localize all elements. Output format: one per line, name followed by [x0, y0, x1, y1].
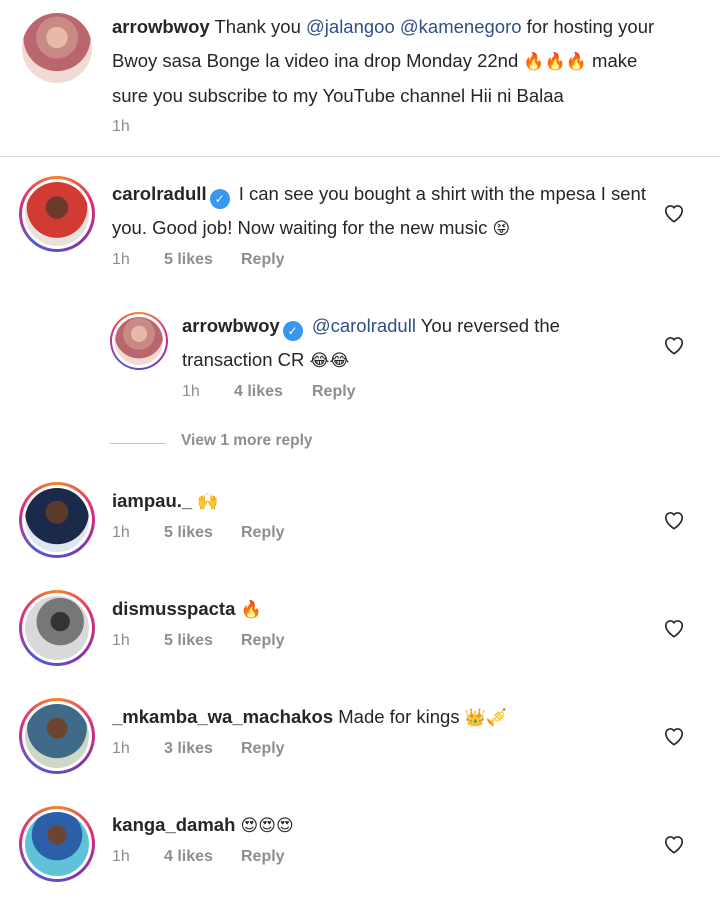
comment-text: dismusspacta 🔥	[112, 592, 262, 627]
emoji: 🔥	[240, 600, 262, 620]
reply-button[interactable]: Reply	[241, 251, 285, 269]
emoji: 😂😂	[309, 351, 350, 371]
mention-link[interactable]: @carolradull	[312, 315, 416, 336]
comment-username[interactable]: kanga_damah	[112, 814, 235, 835]
caption-username[interactable]: arrowbwoy	[112, 16, 210, 37]
emoji: 😍😍😍	[240, 816, 294, 836]
likes-count[interactable]: 5 likes	[164, 524, 213, 542]
comment-time: 1h	[112, 118, 130, 135]
comment-time: 1h	[112, 632, 130, 649]
comment-time: 1h	[112, 848, 130, 865]
avatar-image	[25, 488, 89, 552]
comment-text: kanga_damah 😍😍😍	[112, 808, 294, 843]
mention-link[interactable]: @kamenegoro	[400, 16, 522, 37]
comment-time: 1h	[112, 740, 130, 757]
comment-username[interactable]: arrowbwoy	[182, 315, 280, 336]
reply-button[interactable]: Reply	[241, 848, 285, 866]
avatar[interactable]	[19, 590, 95, 666]
heart-outline-icon[interactable]	[663, 510, 685, 530]
caption-segment: for hosting your	[521, 16, 655, 37]
avatar[interactable]	[19, 806, 95, 882]
reply-button[interactable]: Reply	[241, 740, 285, 758]
comment-username[interactable]: dismusspacta	[112, 598, 235, 619]
comment-line: transaction CR	[182, 349, 305, 370]
comment-text: iampau._ 🙌	[112, 484, 219, 519]
heart-outline-icon[interactable]	[663, 335, 685, 355]
avatar-image	[25, 812, 89, 876]
avatar[interactable]	[19, 482, 95, 558]
comment-username[interactable]: iampau._	[112, 490, 192, 511]
heart-outline-icon[interactable]	[663, 726, 685, 746]
emoji: 👑🎺	[464, 708, 508, 728]
comment-line: you. Good job! Now waiting for the new m…	[112, 217, 488, 238]
avatar[interactable]	[19, 698, 95, 774]
avatar[interactable]	[110, 312, 168, 370]
view-more-replies-label: View 1 more reply	[181, 432, 313, 449]
verified-badge-icon: ✓	[209, 189, 230, 209]
avatar[interactable]	[22, 13, 92, 83]
likes-count[interactable]: 4 likes	[234, 383, 283, 401]
heart-outline-icon[interactable]	[663, 618, 685, 638]
avatar-image	[25, 704, 89, 768]
avatar-image	[25, 596, 89, 660]
reply-button[interactable]: Reply	[241, 632, 285, 650]
likes-count[interactable]: 5 likes	[164, 632, 213, 650]
comment-line: You reversed the	[420, 315, 560, 336]
avatar[interactable]	[19, 176, 95, 252]
likes-count[interactable]: 4 likes	[164, 848, 213, 866]
divider	[110, 443, 166, 444]
comment-username[interactable]: _mkamba_wa_machakos	[112, 706, 333, 727]
emoji: 🙌	[197, 492, 219, 512]
avatar-image	[25, 182, 89, 246]
reply-button[interactable]: Reply	[312, 383, 356, 401]
caption-segment: Thank you	[214, 16, 307, 37]
verified-badge-icon: ✓	[282, 321, 303, 341]
reply-button[interactable]: Reply	[241, 524, 285, 542]
comment-time: 1h	[182, 383, 200, 400]
fire-emoji: 🔥🔥🔥	[523, 52, 587, 72]
reply-text: arrowbwoy ✓ @carolradull You reversed the…	[182, 309, 652, 378]
mention-link[interactable]: @jalangoo	[306, 16, 395, 37]
comment-text: carolradull ✓ I can see you bought a shir…	[112, 177, 652, 246]
comment-line: Made for kings	[338, 706, 460, 727]
emoji: 😝	[492, 219, 511, 239]
avatar-image	[115, 317, 163, 365]
comment-text: _mkamba_wa_machakos Made for kings 👑🎺	[112, 700, 507, 735]
avatar-image	[22, 13, 92, 83]
caption-segment: make	[592, 50, 638, 71]
comment-username[interactable]: carolradull	[112, 183, 207, 204]
caption-text: arrowbwoy Thank you @jalangoo @kamenegor…	[112, 10, 702, 113]
comment-time: 1h	[112, 524, 130, 541]
comment-line: I can see you bought a shirt with the mp…	[238, 183, 646, 204]
heart-outline-icon[interactable]	[663, 834, 685, 854]
likes-count[interactable]: 3 likes	[164, 740, 213, 758]
divider	[0, 156, 720, 157]
caption-segment: Bwoy sasa Bonge la video ina drop Monday…	[112, 50, 519, 71]
heart-outline-icon[interactable]	[663, 203, 685, 223]
likes-count[interactable]: 5 likes	[164, 251, 213, 269]
caption-segment: sure you subscribe to my YouTube channel…	[112, 85, 564, 106]
comment-time: 1h	[112, 251, 130, 268]
